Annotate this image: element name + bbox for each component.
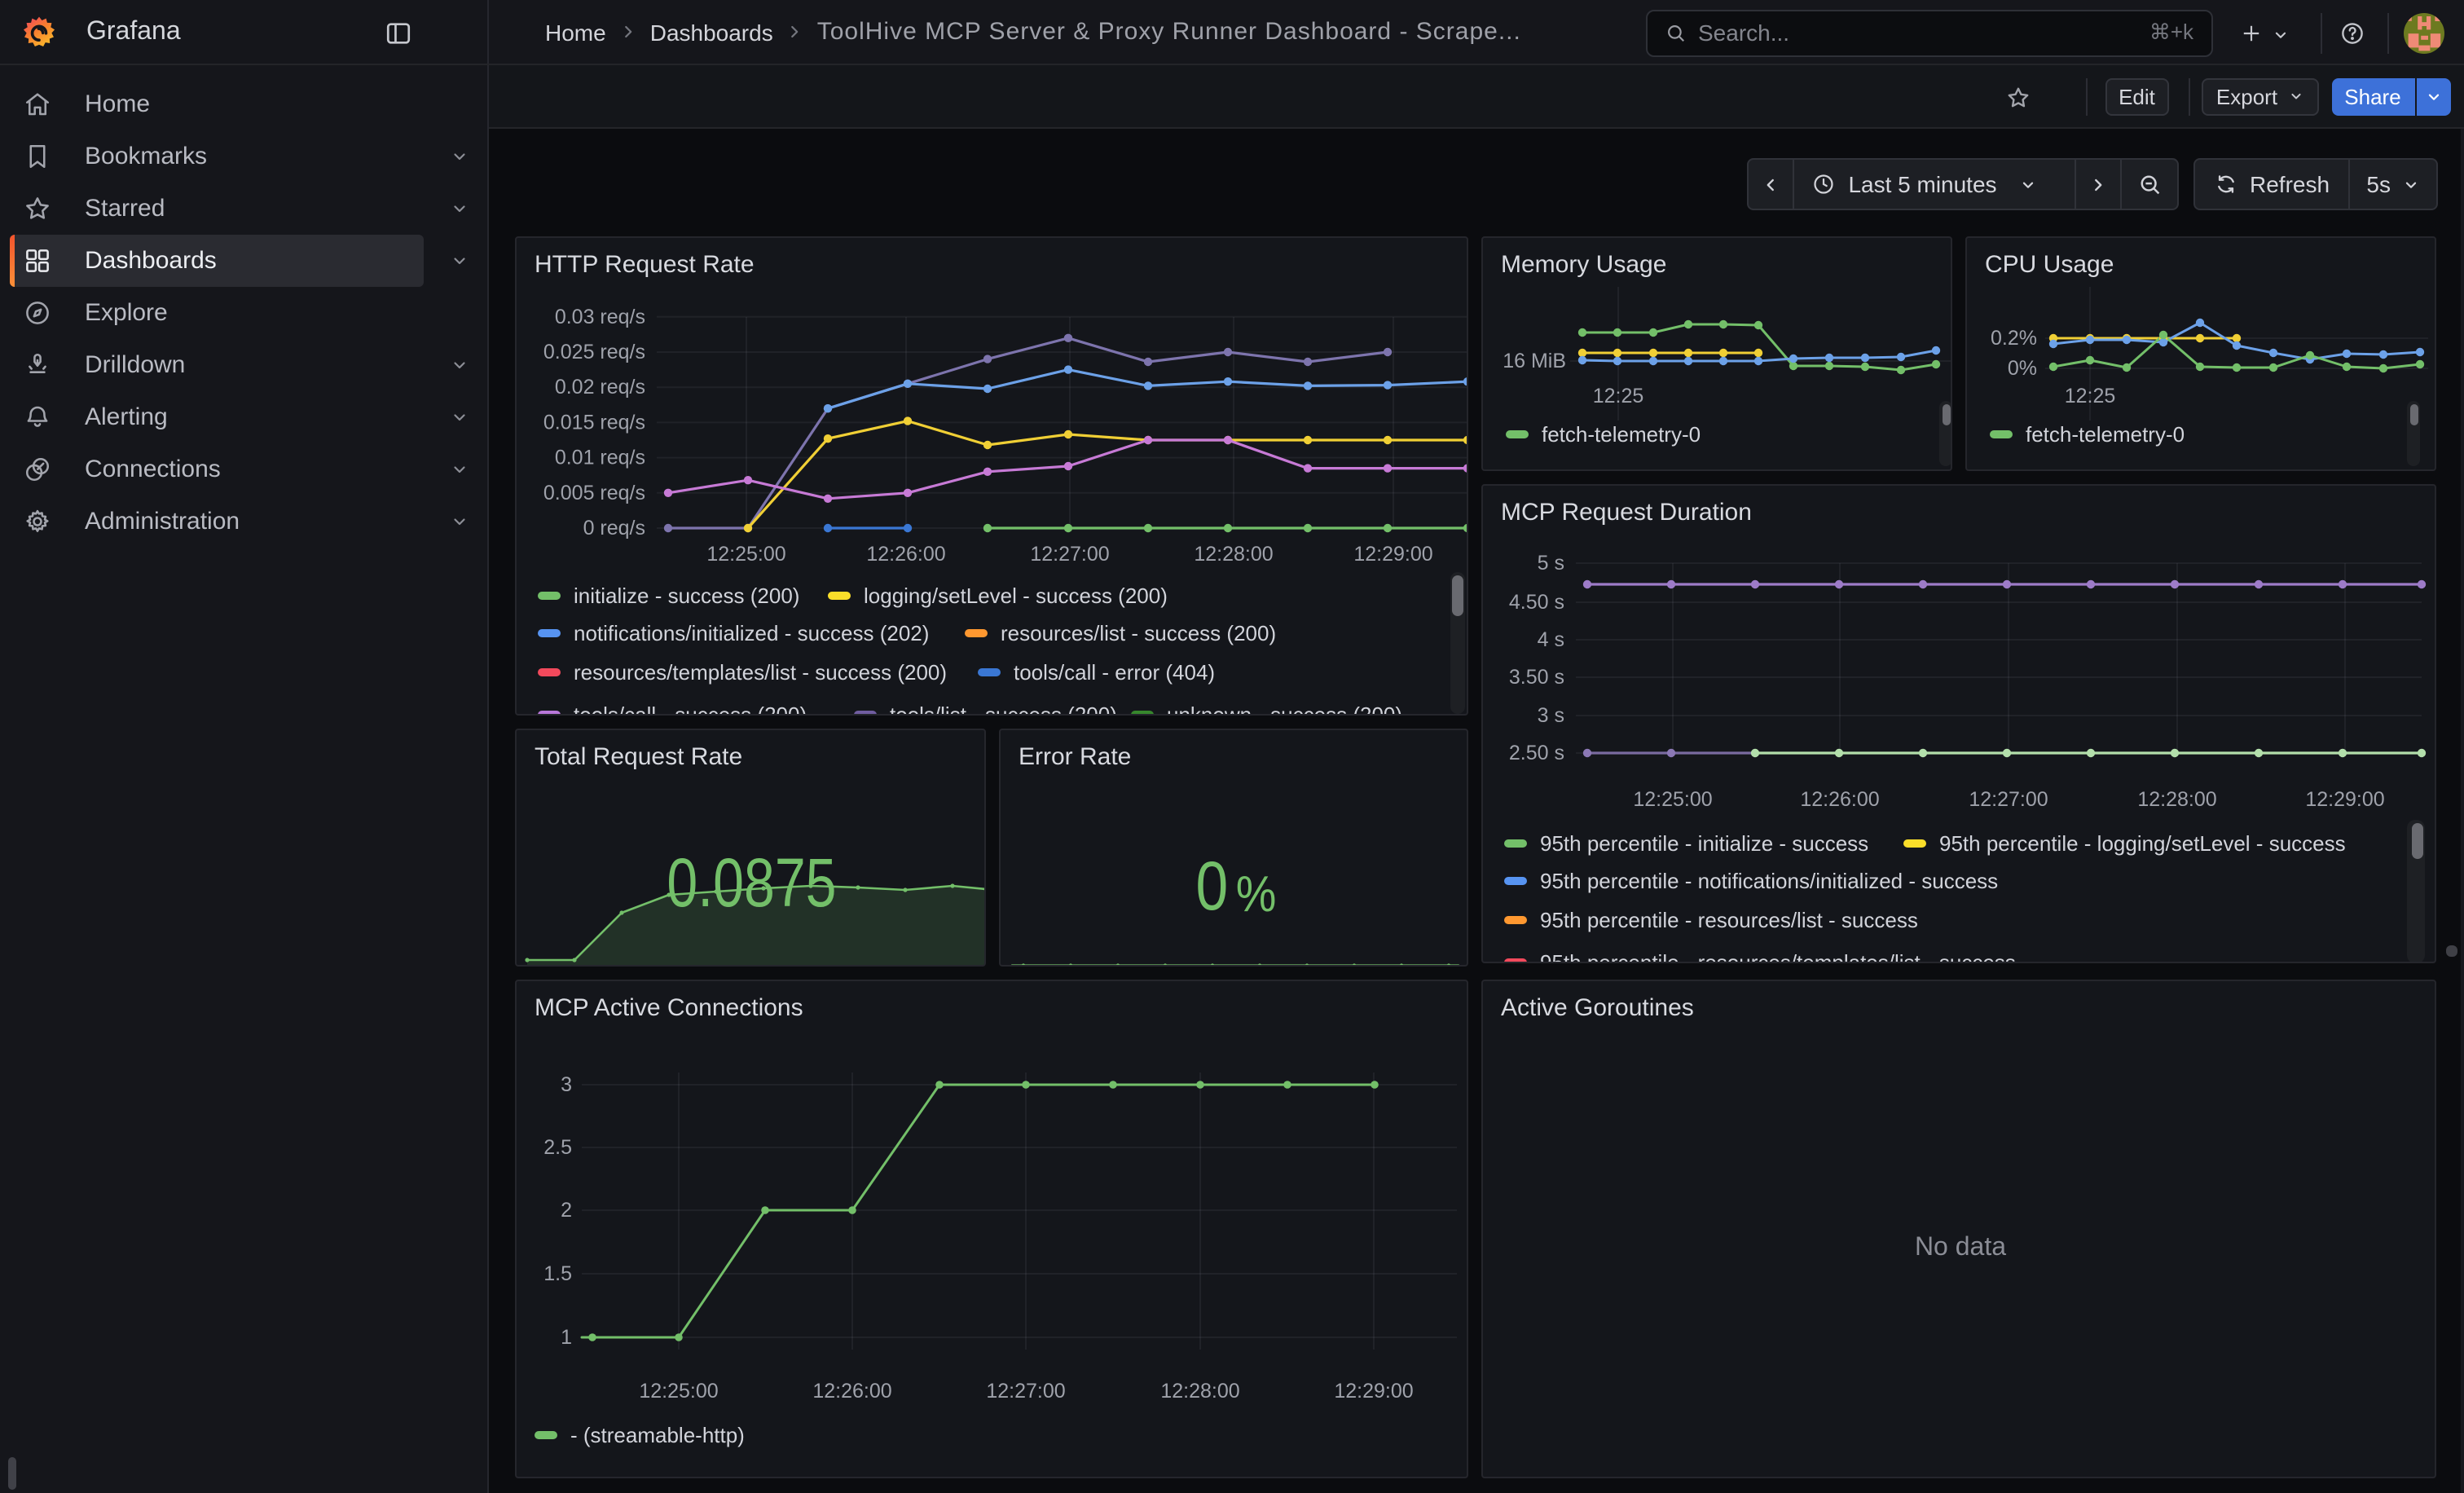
svg-text:0.03 req/s: 0.03 req/s (555, 306, 645, 328)
svg-text:2.5: 2.5 (543, 1136, 572, 1159)
svg-text:12:27:00: 12:27:00 (986, 1380, 1065, 1403)
svg-text:12:26:00: 12:26:00 (866, 543, 945, 566)
svg-text:5 s: 5 s (1538, 552, 1564, 575)
svg-text:4.50 s: 4.50 s (1509, 591, 1564, 614)
svg-text:12:28:00: 12:28:00 (1194, 543, 1273, 566)
svg-text:4 s: 4 s (1538, 628, 1564, 651)
svg-text:12:25:00: 12:25:00 (1633, 788, 1712, 811)
svg-text:0 req/s: 0 req/s (583, 517, 645, 540)
svg-text:12:25: 12:25 (2065, 385, 2116, 407)
svg-text:0%: 0% (2008, 357, 2037, 380)
svg-text:0.005 req/s: 0.005 req/s (543, 482, 645, 504)
svg-text:12:29:00: 12:29:00 (1334, 1380, 1413, 1403)
svg-text:12:25:00: 12:25:00 (706, 543, 785, 566)
svg-text:12:26:00: 12:26:00 (812, 1380, 891, 1403)
svg-text:1.5: 1.5 (543, 1262, 572, 1285)
svg-text:3.50 s: 3.50 s (1509, 666, 1564, 689)
svg-text:12:27:00: 12:27:00 (1969, 788, 2048, 811)
svg-text:12:28:00: 12:28:00 (2137, 788, 2216, 811)
svg-text:12:28:00: 12:28:00 (1160, 1380, 1239, 1403)
svg-text:0.025 req/s: 0.025 req/s (543, 341, 645, 363)
svg-text:0.015 req/s: 0.015 req/s (543, 411, 645, 434)
svg-text:1: 1 (561, 1326, 572, 1349)
svg-text:0.01 req/s: 0.01 req/s (555, 447, 645, 469)
svg-text:0.2%: 0.2% (1991, 327, 2037, 350)
svg-text:0.02 req/s: 0.02 req/s (555, 376, 645, 399)
svg-text:12:25:00: 12:25:00 (639, 1380, 718, 1403)
svg-text:2.50 s: 2.50 s (1509, 742, 1564, 764)
svg-text:2: 2 (561, 1199, 572, 1222)
svg-text:12:29:00: 12:29:00 (2305, 788, 2384, 811)
svg-text:12:27:00: 12:27:00 (1030, 543, 1109, 566)
svg-text:3 s: 3 s (1538, 704, 1564, 727)
svg-text:12:29:00: 12:29:00 (1353, 543, 1432, 566)
svg-text:16 MiB: 16 MiB (1503, 350, 1566, 372)
svg-text:12:25: 12:25 (1593, 385, 1644, 407)
svg-text:12:26:00: 12:26:00 (1800, 788, 1879, 811)
svg-text:3: 3 (561, 1073, 572, 1096)
